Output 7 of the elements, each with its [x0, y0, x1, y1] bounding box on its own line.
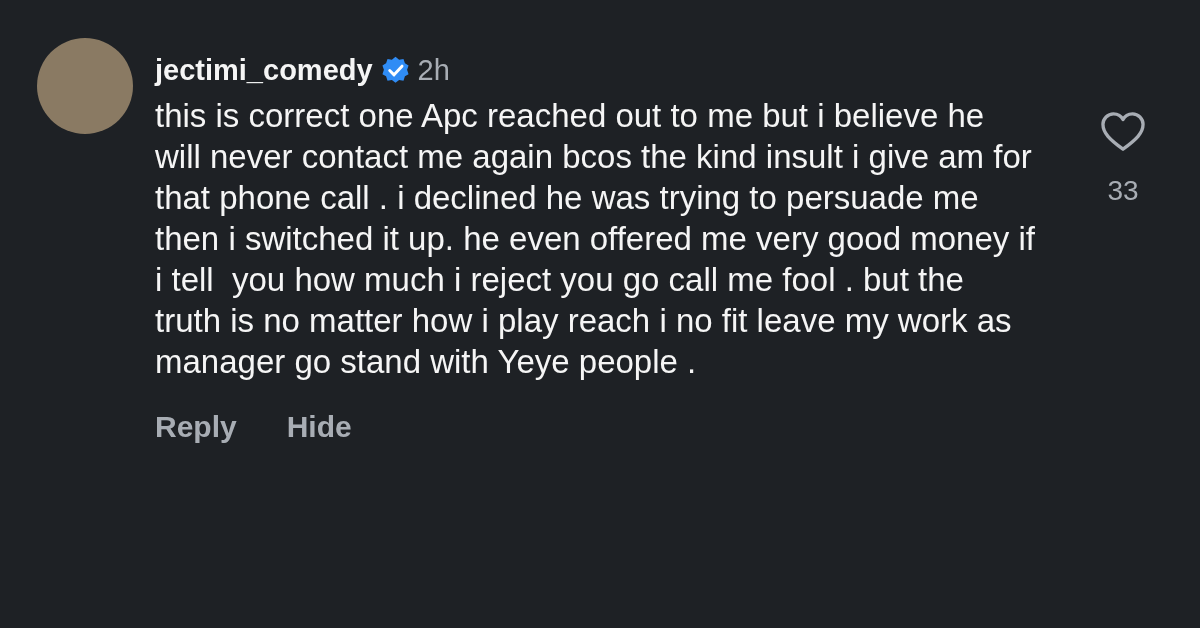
username[interactable]: jectimi_comedy: [155, 54, 373, 87]
action-link[interactable]: Hide: [286, 410, 352, 444]
action-link[interactable]: Reply: [155, 410, 237, 444]
heart-icon[interactable]: [1100, 111, 1146, 153]
comment-text: this is correct one Apc reached out to me but i believe he will never contact me again bcos the kind insult i give am for that phone call . i declined he was trying to persuade me then i switched it up. he even offered me very good money if i tell you how much i reject you go call me fool . but the truth is no matter how i play reach i no fit leave my work as manager go stand with Yeye people .: [155, 96, 1035, 382]
like-count: 33: [1107, 175, 1139, 207]
timestamp: 2h: [417, 54, 450, 87]
